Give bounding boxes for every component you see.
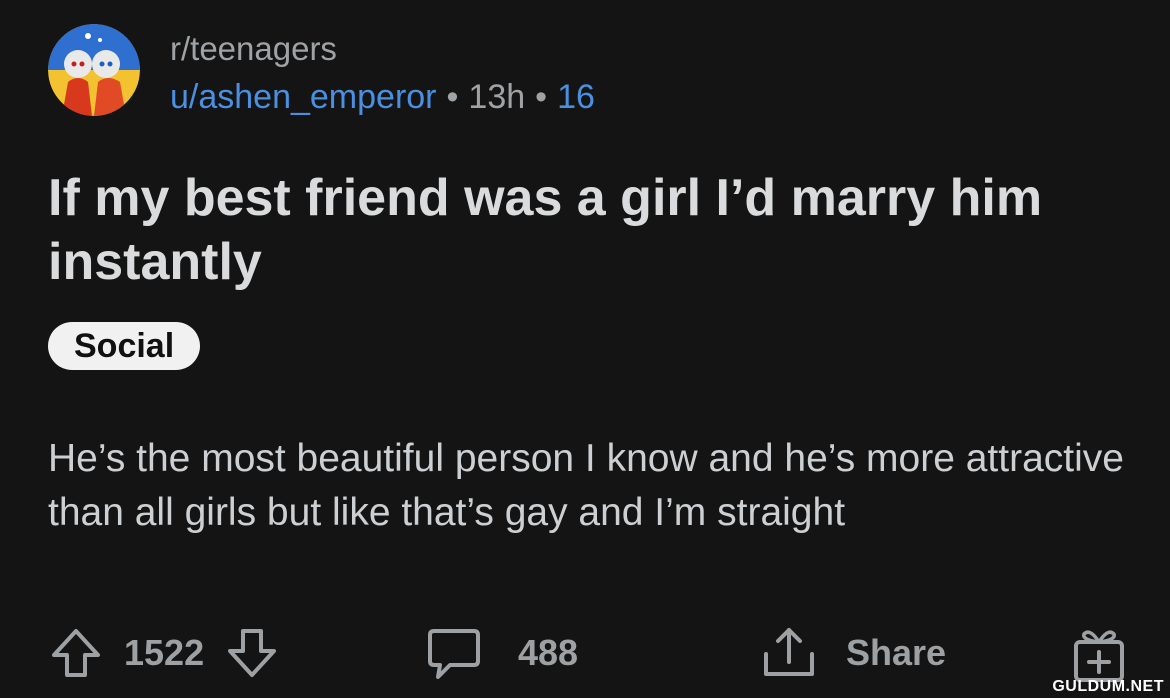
awards-count[interactable]: 16 xyxy=(557,78,595,116)
watermark: GULDUM.NET xyxy=(1052,678,1164,695)
share-button[interactable]: Share xyxy=(758,618,946,688)
upvote-count: 1522 xyxy=(124,632,205,673)
author-link[interactable]: u/ashen_emperor xyxy=(170,78,437,116)
comment-count: 488 xyxy=(518,632,579,673)
separator-dot: • xyxy=(446,78,459,116)
post-title[interactable]: If my best friend was a girl I’d marry h… xyxy=(48,166,1128,294)
share-label: Share xyxy=(846,632,947,673)
share-icon xyxy=(758,622,820,684)
arrow-up-icon[interactable] xyxy=(48,625,104,681)
subreddit-avatar[interactable] xyxy=(48,24,140,116)
separator-dot: • xyxy=(535,78,548,116)
arrow-down-icon[interactable] xyxy=(224,625,280,681)
speech-bubble-icon xyxy=(424,623,484,683)
post-header: r/teenagers u/ashen_emperor • 13h • 16 xyxy=(48,24,748,120)
post-meta: u/ashen_emperor • 13h • 16 xyxy=(170,78,595,117)
comments-button[interactable]: 488 xyxy=(424,618,578,688)
gift-plus-icon xyxy=(1068,622,1130,684)
post-time: 13h xyxy=(468,78,526,116)
post-flair[interactable]: Social xyxy=(48,322,201,370)
subreddit-name[interactable]: r/teenagers xyxy=(170,30,337,68)
action-bar: 1522 488 Share xyxy=(48,618,1138,688)
upvote-button[interactable]: 1522 xyxy=(48,618,280,688)
post-body: He’s the most beautiful person I know an… xyxy=(48,437,1124,534)
